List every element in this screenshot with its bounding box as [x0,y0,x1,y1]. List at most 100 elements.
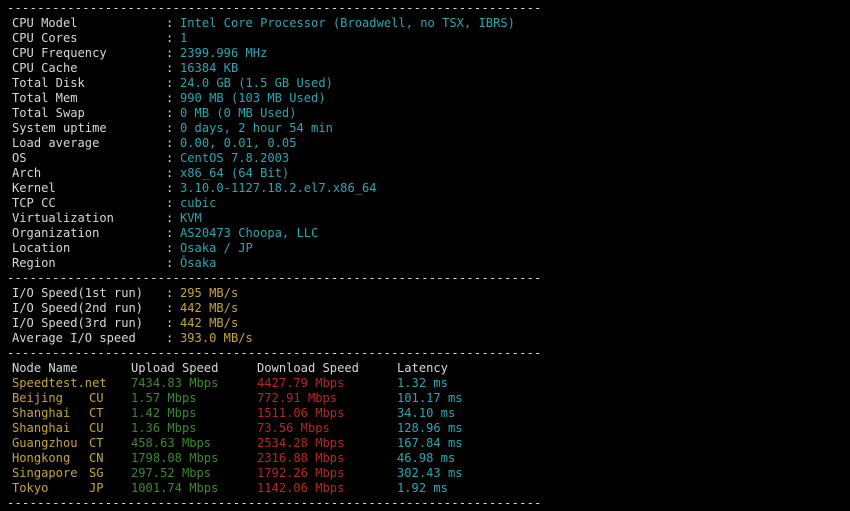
sysinfo-label: System uptime [12,121,107,135]
speed-row: Guangzhou CT 458.63 Mbps 2534.28 Mbps 167.84… [0,436,850,451]
colon: : [166,241,174,255]
speed-upload: 458.63 Mbps [131,436,212,450]
io-row: I/O Speed(1st run):295 MB/s [0,286,850,301]
colon: : [166,331,174,345]
sysinfo-row: Location: Osaka / JP [0,241,850,256]
colon: : [166,301,174,315]
sysinfo-label: Kernel [12,181,56,195]
sysinfo-label: Location [12,241,71,255]
colon: : [166,91,174,105]
separator-line: ----------------------------------------… [7,271,542,285]
io-label: I/O Speed(2nd run) [12,301,144,315]
sysinfo-value: cubic [180,196,217,210]
colon: : [166,31,174,45]
sysinfo-row: Total Disk:24.0 GB (1.5 GB Used) [0,76,850,91]
sysinfo-row: Arch: x86_64 (64 Bit) [0,166,850,181]
colon: : [166,16,174,30]
header-download-speed: Download Speed [257,361,359,375]
header-node-name: Node Name [12,361,78,375]
speed-node: Guangzhou [12,436,78,450]
sysinfo-value: Osaka / JP [180,241,253,255]
sysinfo-value: 1 [180,31,188,45]
speed-node: Hongkong [12,451,71,465]
sysinfo-value: 3.10.0-1127.18.2.el7.x86_64 [180,181,377,195]
io-label: Average I/O speed [12,331,136,345]
sysinfo-label: OS [12,151,27,165]
colon: : [166,256,174,270]
colon: : [166,211,174,225]
sysinfo-value: x86_64 (64 Bit) [180,166,290,180]
sysinfo-label: CPU Cache [12,61,78,75]
sysinfo-label: Total Mem [12,91,78,105]
io-label: I/O Speed(1st run) [12,286,144,300]
io-value: 393.0 MB/s [180,331,253,345]
speed-upload: 297.52 Mbps [131,466,212,480]
sysinfo-label: Region [12,256,56,270]
speed-latency: 128.96 ms [397,421,463,435]
io-value: 442 MB/s [180,316,239,330]
speed-isp: CN [89,451,104,465]
speed-row: Hongkong CN 1798.08 Mbps 2316.88 Mbps 46.98 … [0,451,850,466]
speed-download: 2316.88 Mbps [257,451,345,465]
speed-row: Shanghai CT 1.42 Mbps 1511.06 Mbps 34.10 ms [0,406,850,421]
colon: : [166,76,174,90]
terminal-window[interactable]: ----------------------------------------… [0,0,850,510]
sysinfo-label: Arch [12,166,42,180]
colon: : [166,46,174,60]
speed-isp: JP [89,481,104,495]
sysinfo-row: Total Mem:990 MB (103 MB Used) [0,91,850,106]
sysinfo-value: AS20473 Choopa, LLC [180,226,319,240]
sysinfo-value: CentOS 7.8.2003 [180,151,290,165]
sysinfo-row: Total Swap:0 MB (0 MB Used) [0,106,850,121]
colon: : [166,121,174,135]
speed-latency: 167.84 ms [397,436,463,450]
sysinfo-value: 2399.996 MHz [180,46,268,60]
io-row: Average I/O speed:393.0 MB/s [0,331,850,346]
separator-line: ----------------------------------------… [7,346,542,360]
colon: : [166,181,174,195]
speed-download: 1511.06 Mbps [257,406,345,420]
sysinfo-row: System uptime:0 days, 2 hour 54 min [0,121,850,136]
sysinfo-row: CPU Model: Intel Core Processor (Broadwel… [0,16,850,31]
sysinfo-row: Region: Ōsaka [0,256,850,271]
colon: : [166,136,174,150]
speed-header-row: Node Name Upload Speed Download Speed Laten… [0,361,850,376]
io-value: 442 MB/s [180,301,239,315]
speed-upload: 1001.74 Mbps [131,481,219,495]
speed-download: 2534.28 Mbps [257,436,345,450]
speed-upload: 7434.83 Mbps [131,376,219,390]
sysinfo-value: KVM [180,211,202,225]
speed-download: 73.56 Mbps [257,421,330,435]
speed-latency: 34.10 ms [397,406,456,420]
speed-latency: 1.92 ms [397,481,448,495]
speed-node: Shanghai [12,406,71,420]
speed-isp: CU [89,421,104,435]
speed-download: 1142.06 Mbps [257,481,345,495]
sysinfo-label: Total Swap [12,106,85,120]
speed-upload: 1798.08 Mbps [131,451,219,465]
separator-line: ----------------------------------------… [7,1,542,15]
sysinfo-value: 990 MB (103 MB Used) [180,91,326,105]
speed-download: 772.91 Mbps [257,391,338,405]
speed-row: Speedtest.net 7434.83 Mbps 4427.79 Mbps 1.3… [0,376,850,391]
sysinfo-row: Virtualization: KVM [0,211,850,226]
speed-upload: 1.57 Mbps [131,391,197,405]
sysinfo-label: Organization [12,226,100,240]
sysinfo-label: CPU Model [12,16,78,30]
sysinfo-row: Kernel:3.10.0-1127.18.2.el7.x86_64 [0,181,850,196]
colon: : [166,226,174,240]
speed-latency: 302.43 ms [397,466,463,480]
io-row: I/O Speed(3rd run):442 MB/s [0,316,850,331]
sysinfo-row: Organization: AS20473 Choopa, LLC [0,226,850,241]
io-label: I/O Speed(3rd run) [12,316,144,330]
speed-isp: SG [89,466,104,480]
speed-row: Shanghai CU 1.36 Mbps 73.56 Mbps 128.96 ms [0,421,850,436]
speed-node: Speedtest.net [12,376,107,390]
sysinfo-label: CPU Cores [12,31,78,45]
sysinfo-value: 0 days, 2 hour 54 min [180,121,333,135]
sysinfo-value: Intel Core Processor (Broadwell, no TSX,… [180,16,515,30]
sysinfo-label: Virtualization [12,211,114,225]
speed-node: Singapore [12,466,78,480]
header-latency: Latency [397,361,448,375]
speed-upload: 1.42 Mbps [131,406,197,420]
